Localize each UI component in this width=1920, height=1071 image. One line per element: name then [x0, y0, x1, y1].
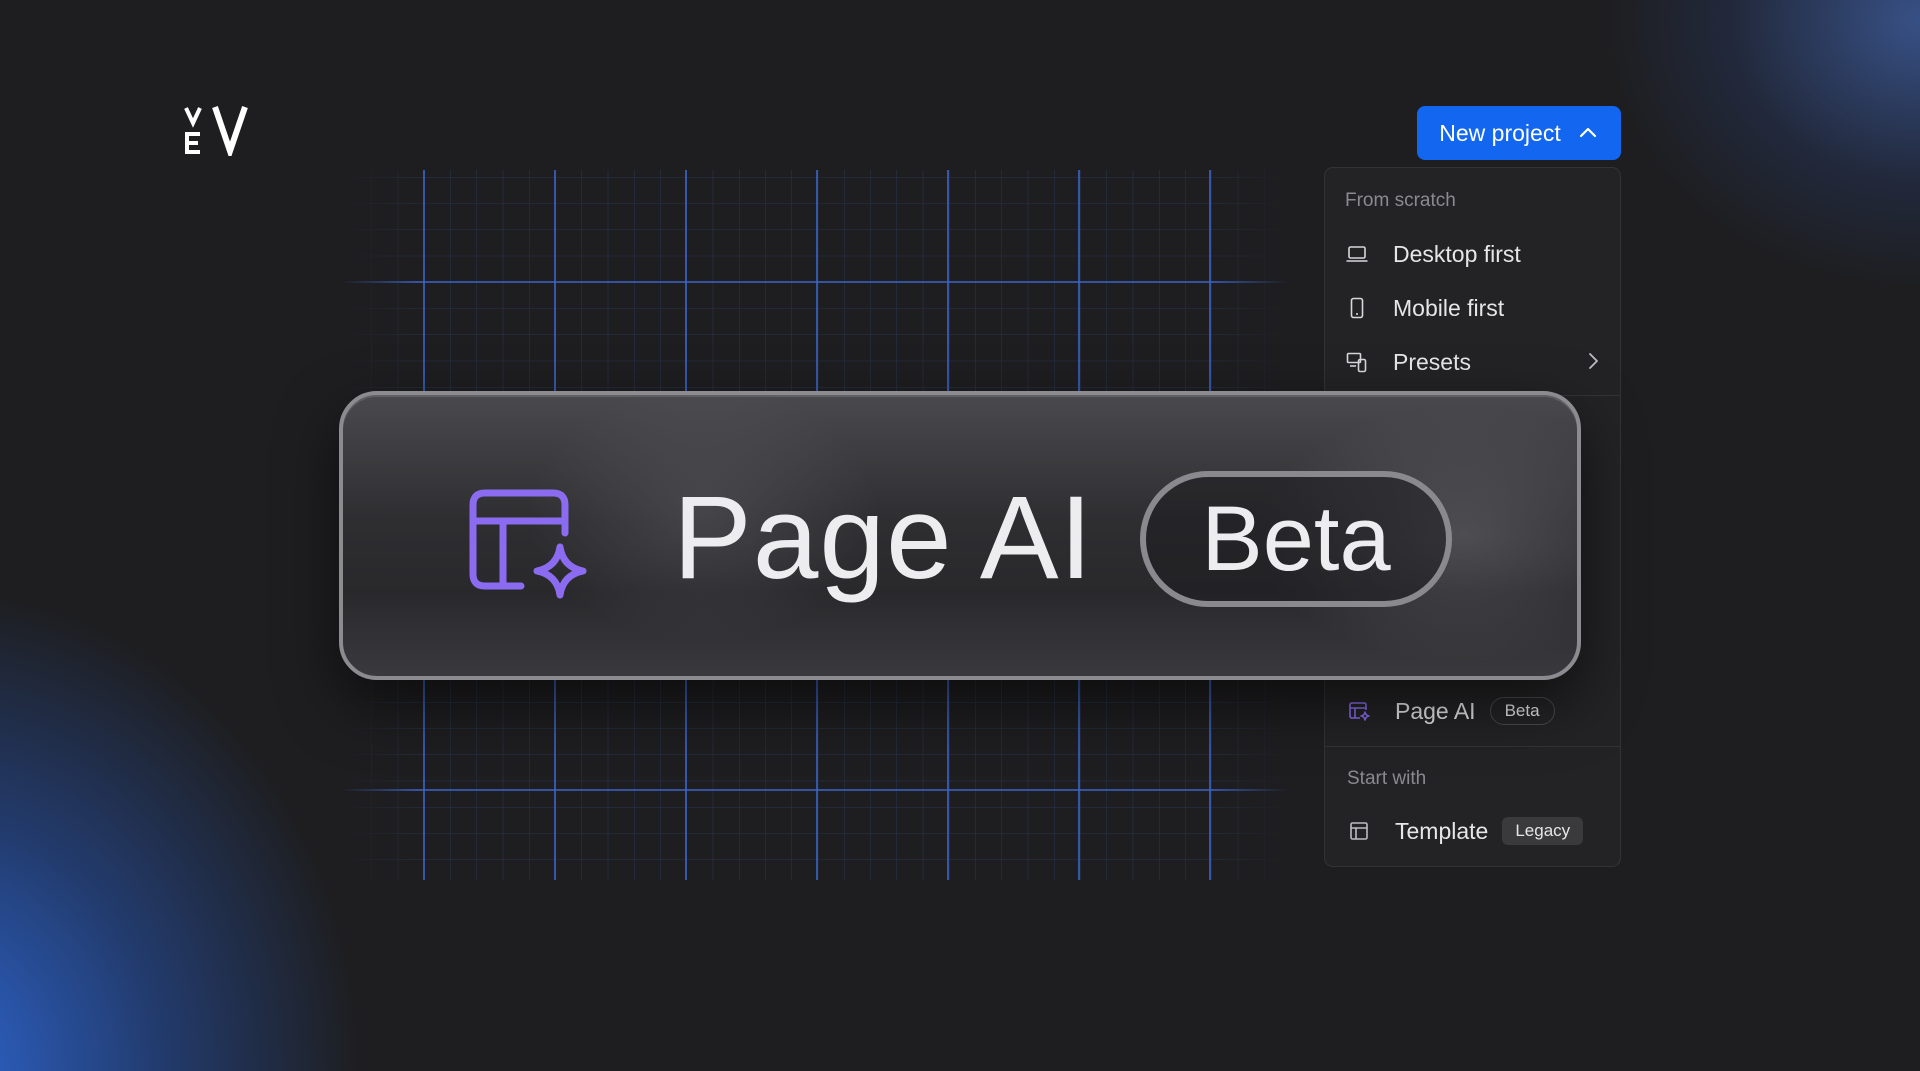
menu-item-label: Mobile first	[1393, 294, 1505, 321]
page-ai-icon	[469, 489, 587, 599]
banner-beta-badge: Beta	[1140, 471, 1452, 607]
banner-title: Page AI	[673, 472, 1094, 604]
legacy-badge: Legacy	[1502, 817, 1584, 845]
section-label-from-scratch: From scratch	[1345, 190, 1456, 211]
new-project-label: New project	[1439, 119, 1561, 146]
chevron-up-icon	[1579, 127, 1596, 138]
menu-item-desktop-first[interactable]: Desktop first	[1345, 232, 1604, 276]
presets-icon	[1345, 350, 1369, 374]
menu-item-label: Page AI	[1395, 697, 1476, 724]
canvas: New project From scratch Desktop first M…	[0, 0, 1920, 1071]
page-ai-banner: Page AI Beta	[339, 391, 1581, 680]
chevron-right-icon	[1589, 353, 1598, 369]
beta-badge: Beta	[1489, 697, 1555, 725]
menu-item-presets[interactable]: Presets	[1345, 340, 1604, 384]
laptop-icon	[1345, 242, 1369, 266]
logo	[184, 106, 248, 156]
new-project-button[interactable]: New project	[1417, 106, 1621, 160]
template-icon	[1347, 819, 1371, 843]
menu-divider	[1325, 746, 1620, 747]
menu-item-label: Presets	[1393, 348, 1471, 375]
menu-item-mobile-first[interactable]: Mobile first	[1345, 286, 1604, 330]
menu-item-page-ai[interactable]: Page AI Beta	[1347, 689, 1604, 733]
menu-item-label: Template	[1395, 817, 1489, 844]
menu-item-label: Desktop first	[1393, 240, 1521, 267]
section-label-start-with: Start with	[1347, 768, 1427, 789]
menu-item-template[interactable]: Template Legacy	[1347, 809, 1604, 853]
mobile-icon	[1345, 296, 1369, 320]
page-ai-icon	[1347, 699, 1371, 723]
